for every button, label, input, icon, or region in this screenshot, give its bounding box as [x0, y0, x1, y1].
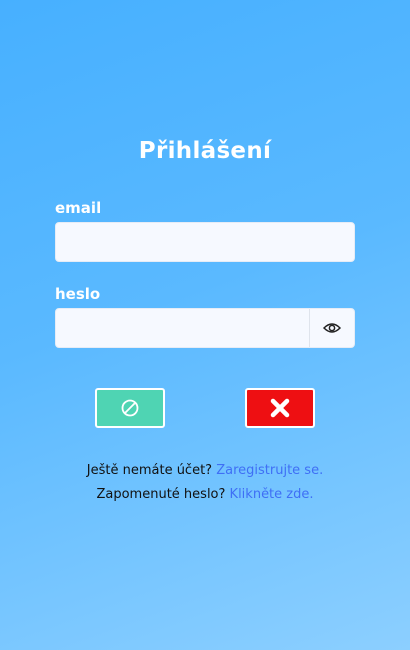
register-prompt: Ještě nemáte účet?: [86, 463, 213, 478]
eye-icon: [323, 323, 341, 333]
forgot-password-prompt: Zapomenuté heslo?: [96, 487, 226, 502]
register-row: Ještě nemáte účet? Zaregistrujte se.: [0, 463, 410, 478]
close-icon: [270, 398, 290, 418]
email-label: email: [55, 199, 102, 217]
submit-button[interactable]: [95, 388, 165, 428]
email-input[interactable]: [56, 223, 354, 261]
email-field-container: [55, 222, 355, 262]
password-field-container: [55, 308, 355, 348]
register-link[interactable]: Zaregistrujte se.: [216, 463, 323, 478]
page-title: Přihlášení: [138, 138, 272, 164]
password-input[interactable]: [56, 309, 311, 347]
forgot-password-link[interactable]: Klikněte zde.: [230, 487, 314, 502]
prohibited-icon: [121, 399, 139, 417]
forgot-password-row: Zapomenuté heslo? Klikněte zde.: [0, 487, 410, 502]
toggle-password-button[interactable]: [309, 309, 354, 347]
cancel-button[interactable]: [245, 388, 315, 428]
password-label: heslo: [55, 285, 101, 303]
